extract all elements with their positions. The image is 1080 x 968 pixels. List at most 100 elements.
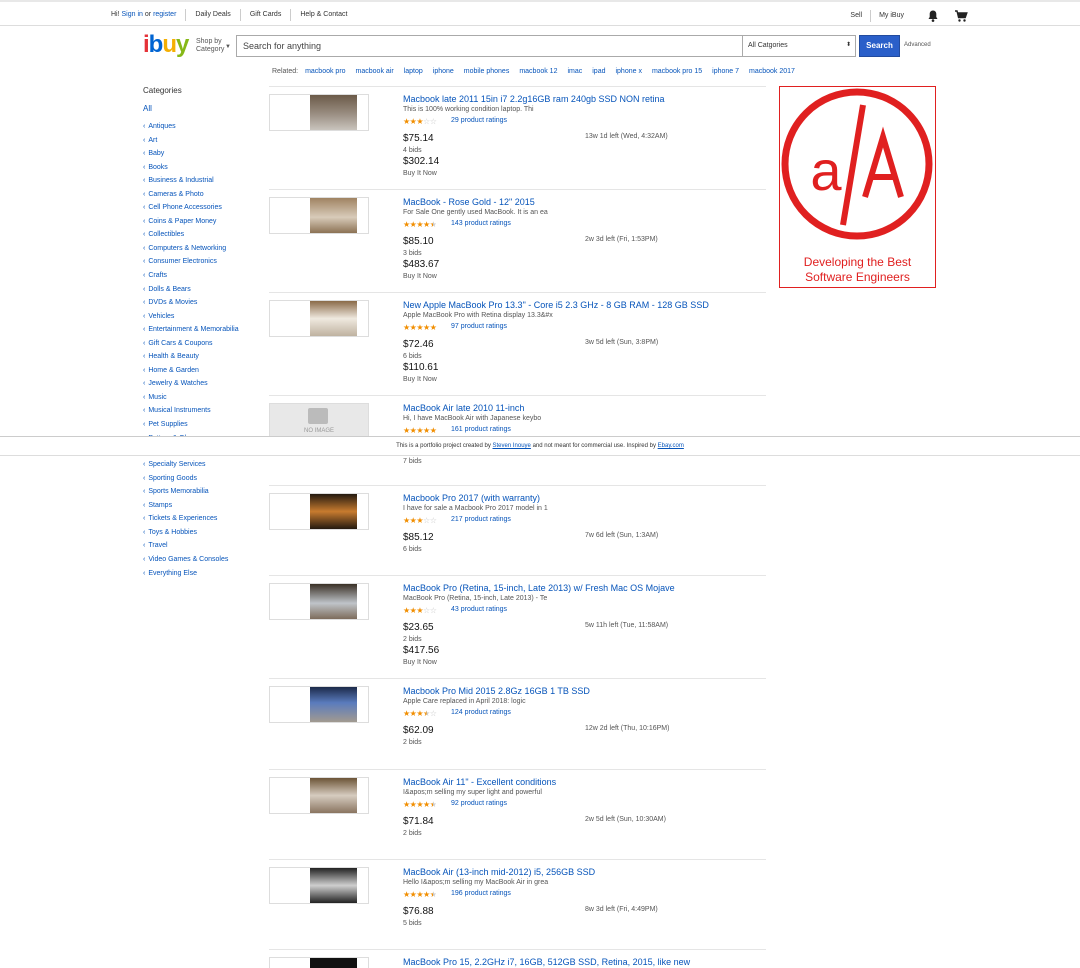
- listing-title[interactable]: MacBook Pro 15, 2.2GHz i7, 16GB, 512GB S…: [403, 957, 690, 967]
- listing-row[interactable]: Macbook Pro 2017 (with warranty) I have f…: [269, 485, 766, 575]
- sidebar-category-item[interactable]: ‹ Computers & Networking: [143, 242, 263, 256]
- listing-row[interactable]: MacBook Pro 15, 2.2GHz i7, 16GB, 512GB S…: [269, 949, 766, 968]
- sidebar-category-item[interactable]: ‹ Musical Instruments: [143, 404, 263, 418]
- sidebar-category-item[interactable]: ‹ Business & Industrial: [143, 174, 263, 188]
- my-ibuy-link[interactable]: My iBuy: [871, 10, 912, 22]
- listing-title[interactable]: MacBook Pro (Retina, 15-inch, Late 2013)…: [403, 583, 675, 593]
- sidebar-category-item[interactable]: ‹ Sports Memorabilia: [143, 485, 263, 499]
- category-select[interactable]: All Catgories ⬍: [742, 36, 855, 56]
- sidebar-category-item[interactable]: ‹ Coins & Paper Money: [143, 215, 263, 229]
- sidebar-category-item[interactable]: ‹ Dolls & Bears: [143, 283, 263, 297]
- listing-title[interactable]: New Apple MacBook Pro 13.3" - Core i5 2.…: [403, 300, 709, 310]
- sidebar-category-item[interactable]: ‹ Cameras & Photo: [143, 188, 263, 202]
- listing-row[interactable]: MacBook Pro (Retina, 15-inch, Late 2013)…: [269, 575, 766, 678]
- listing-row[interactable]: MacBook Air 11" - Excellent conditions I&…: [269, 769, 766, 859]
- sidebar-category-item[interactable]: ‹ Video Games & Consoles: [143, 553, 263, 567]
- sidebar-category-item[interactable]: ‹ Health & Beauty: [143, 350, 263, 364]
- listing-thumbnail[interactable]: [269, 493, 369, 530]
- related-link[interactable]: iphone: [433, 68, 454, 75]
- sidebar-category-item[interactable]: ‹ Baby: [143, 147, 263, 161]
- listing-title[interactable]: MacBook Air late 2010 11-inch: [403, 403, 524, 413]
- sidebar-category-item[interactable]: ‹ Tickets & Experiences: [143, 512, 263, 526]
- listing-thumbnail[interactable]: [269, 686, 369, 723]
- app-academy-ad[interactable]: a Developing the Best Software Engineers: [779, 86, 936, 288]
- sidebar-category-item[interactable]: ‹ Travel: [143, 539, 263, 553]
- sidebar-item-all[interactable]: All: [143, 104, 263, 113]
- related-link[interactable]: imac: [567, 68, 582, 75]
- sidebar-category-item[interactable]: ‹ DVDs & Movies: [143, 296, 263, 310]
- sidebar-category-item[interactable]: ‹ Cell Phone Accessories: [143, 201, 263, 215]
- sidebar-category-item[interactable]: ‹ Vehicles: [143, 310, 263, 324]
- listing-title[interactable]: MacBook - Rose Gold - 12" 2015: [403, 197, 535, 207]
- sidebar-category-item[interactable]: ‹ Art: [143, 134, 263, 148]
- sidebar-category-item[interactable]: ‹ Toys & Hobbies: [143, 526, 263, 540]
- sidebar-category-item[interactable]: ‹ Home & Garden: [143, 364, 263, 378]
- ibuy-logo[interactable]: ibuy: [143, 33, 189, 57]
- gift-cards-link[interactable]: Gift Cards: [241, 9, 292, 21]
- related-link[interactable]: macbook 2017: [749, 68, 795, 75]
- sidebar-category-item[interactable]: ‹ Entertainment & Memorabilia: [143, 323, 263, 337]
- sidebar-category-item[interactable]: ‹ Crafts: [143, 269, 263, 283]
- help-contact-link[interactable]: Help & Contact: [291, 9, 356, 21]
- listing-row[interactable]: Macbook Pro Mid 2015 2.8Gz 16GB 1 TB SSD…: [269, 678, 766, 769]
- product-ratings-link[interactable]: 217 product ratings: [451, 516, 511, 523]
- listing-thumbnail[interactable]: [269, 197, 369, 234]
- product-ratings-link[interactable]: 43 product ratings: [451, 606, 507, 613]
- related-link[interactable]: ipad: [592, 68, 605, 75]
- related-link[interactable]: laptop: [404, 68, 423, 75]
- sidebar-category-item[interactable]: ‹ Antiques: [143, 120, 263, 134]
- listing-thumbnail[interactable]: [269, 957, 369, 968]
- related-link[interactable]: macbook pro 15: [652, 68, 702, 75]
- listing-title[interactable]: MacBook Air 11" - Excellent conditions: [403, 777, 556, 787]
- sidebar-category-item[interactable]: ‹ Sporting Goods: [143, 472, 263, 486]
- search-button[interactable]: Search: [859, 35, 900, 57]
- sidebar-category-item[interactable]: ‹ Everything Else: [143, 567, 263, 581]
- related-link[interactable]: macbook air: [356, 68, 394, 75]
- sidebar-category-item[interactable]: ‹ Collectibles: [143, 228, 263, 242]
- daily-deals-link[interactable]: Daily Deals: [186, 9, 241, 21]
- listing-title[interactable]: MacBook Air (13-inch mid-2012) i5, 256GB…: [403, 867, 595, 877]
- listing-thumbnail[interactable]: [269, 94, 369, 131]
- shop-by-category-button[interactable]: Shop by Category ▼: [196, 38, 231, 54]
- sell-link[interactable]: Sell: [842, 10, 872, 22]
- search-input[interactable]: [237, 36, 742, 56]
- listing-thumbnail[interactable]: [269, 777, 369, 814]
- bell-icon[interactable]: [926, 9, 940, 23]
- sidebar-category-item[interactable]: ‹ Specialty Services: [143, 458, 263, 472]
- product-ratings-link[interactable]: 97 product ratings: [451, 323, 507, 330]
- cart-icon[interactable]: [954, 9, 968, 23]
- listing-title[interactable]: Macbook late 2011 15in i7 2.2g16GB ram 2…: [403, 94, 664, 104]
- sidebar-category-item[interactable]: ‹ Books: [143, 161, 263, 175]
- ebay-link[interactable]: Ebay.com: [658, 443, 684, 449]
- listing-row[interactable]: New Apple MacBook Pro 13.3" - Core i5 2.…: [269, 292, 766, 395]
- listing-thumbnail[interactable]: [269, 583, 369, 620]
- related-link[interactable]: macbook pro: [305, 68, 345, 75]
- sidebar-category-item[interactable]: ‹ Music: [143, 391, 263, 405]
- listing-row[interactable]: MacBook - Rose Gold - 12" 2015 For Sale O…: [269, 189, 766, 292]
- related-link[interactable]: iphone x: [615, 68, 641, 75]
- author-link[interactable]: Steven Inouye: [493, 443, 531, 449]
- advanced-search-link[interactable]: Advanced: [904, 42, 931, 48]
- sidebar-category-item[interactable]: ‹ Gift Cars & Coupons: [143, 337, 263, 351]
- related-link[interactable]: iphone 7: [712, 68, 739, 75]
- product-ratings-link[interactable]: 161 product ratings: [451, 426, 511, 433]
- sidebar-category-item[interactable]: ‹ Pet Supplies: [143, 418, 263, 432]
- product-ratings-link[interactable]: 92 product ratings: [451, 800, 507, 807]
- sidebar-category-item[interactable]: ‹ Jewelry & Watches: [143, 377, 263, 391]
- register-link[interactable]: register: [153, 11, 176, 18]
- listing-row[interactable]: MacBook Air (13-inch mid-2012) i5, 256GB…: [269, 859, 766, 949]
- listing-title[interactable]: Macbook Pro 2017 (with warranty): [403, 493, 540, 503]
- listing-thumbnail[interactable]: [269, 867, 369, 904]
- product-ratings-link[interactable]: 124 product ratings: [451, 709, 511, 716]
- sign-in-link[interactable]: Sign in: [122, 11, 143, 18]
- product-ratings-link[interactable]: 29 product ratings: [451, 117, 507, 124]
- related-link[interactable]: mobile phones: [464, 68, 510, 75]
- product-ratings-link[interactable]: 196 product ratings: [451, 890, 511, 897]
- listing-thumbnail[interactable]: NO IMAGE: [269, 403, 369, 440]
- related-link[interactable]: macbook 12: [519, 68, 557, 75]
- sidebar-category-item[interactable]: ‹ Stamps: [143, 499, 263, 513]
- listing-thumbnail[interactable]: [269, 300, 369, 337]
- listing-row[interactable]: Macbook late 2011 15in i7 2.2g16GB ram 2…: [269, 86, 766, 189]
- sidebar-category-item[interactable]: ‹ Consumer Electronics: [143, 255, 263, 269]
- product-ratings-link[interactable]: 143 product ratings: [451, 220, 511, 227]
